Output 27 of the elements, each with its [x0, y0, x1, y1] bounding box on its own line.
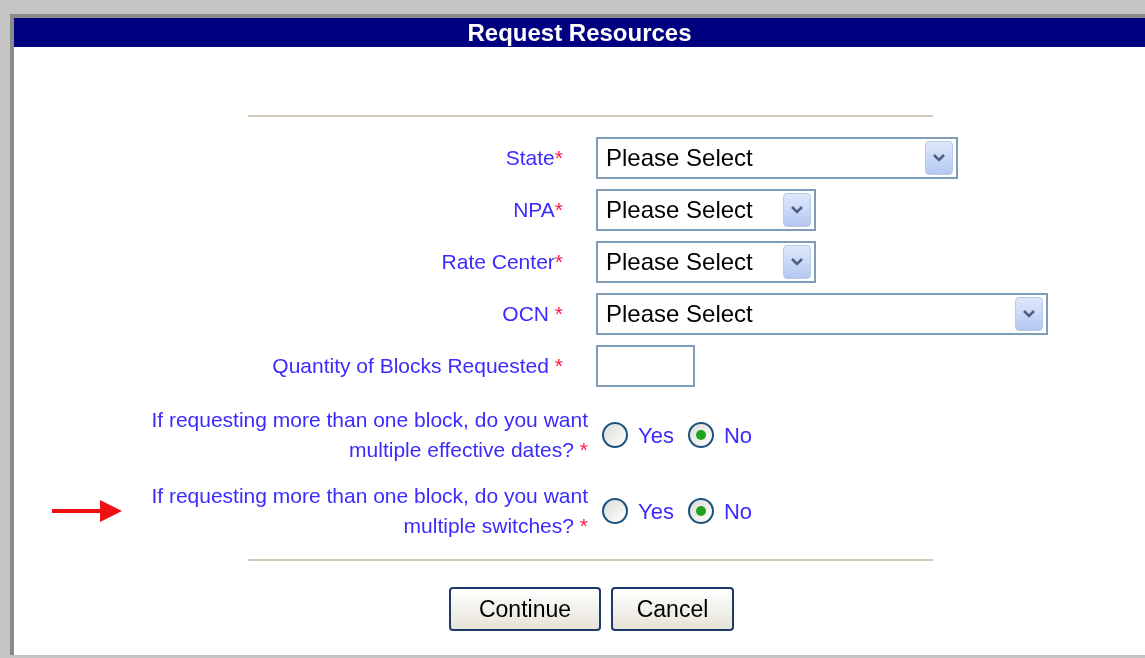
dropdown-caret-icon [783, 193, 811, 227]
select-dropdown[interactable]: Please Select [596, 293, 1048, 335]
dropdown-caret-icon [925, 141, 953, 175]
radio-label: Yes [638, 497, 674, 526]
field-label: OCN * [502, 301, 563, 327]
select-dropdown[interactable]: Please Select [596, 137, 958, 179]
radio-label: No [723, 497, 752, 526]
field-label: State* [505, 145, 563, 171]
radio-label: No [723, 421, 752, 450]
select-dropdown[interactable]: Please Select [596, 241, 816, 283]
form-button[interactable]: Cancel [611, 587, 734, 631]
radio-button[interactable] [687, 498, 714, 524]
quantity-input-field[interactable] [596, 345, 695, 387]
select-dropdown[interactable]: Please Select [596, 189, 816, 231]
field-label: NPA* [513, 197, 563, 223]
window-title: Request Resources [14, 18, 1145, 47]
field-label: If requesting more than one block, do you want multiple effective dates? * [150, 407, 588, 463]
field-label: Quantity of Blocks Requested * [272, 353, 563, 379]
form-button[interactable]: Continue [449, 587, 601, 631]
radio-button[interactable] [602, 422, 628, 448]
dropdown-caret-icon [1015, 297, 1043, 331]
radio-button[interactable] [687, 422, 714, 448]
dropdown-caret-icon [783, 245, 811, 279]
field-label: Rate Center* [441, 249, 563, 275]
field-label: If requesting more than one block, do you want multiple switches? * [150, 483, 588, 539]
radio-button[interactable] [602, 498, 628, 524]
radio-label: Yes [638, 421, 674, 450]
